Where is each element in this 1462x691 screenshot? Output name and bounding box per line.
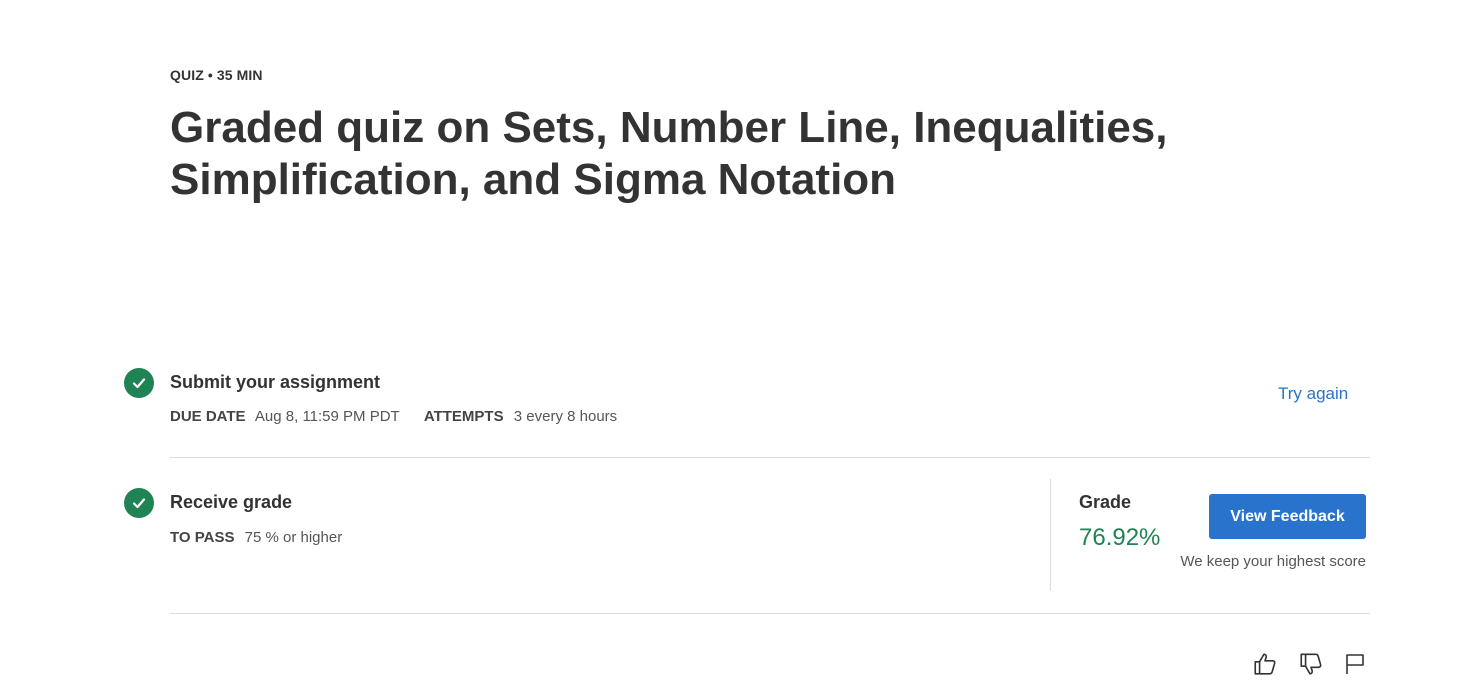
section-divider <box>170 613 1370 614</box>
thumbs-up-icon[interactable] <box>1251 650 1279 678</box>
due-date-value: Aug 8, 11:59 PM PDT <box>254 408 400 425</box>
page-title: Graded quiz on Sets, Number Line, Inequa… <box>170 103 1168 204</box>
receive-grade-title: Receive grade <box>170 492 293 512</box>
thumbs-down-icon[interactable] <box>1297 650 1325 678</box>
submit-assignment-row: Submit your assignment DUE DATE Aug 8, 1… <box>124 368 1370 438</box>
check-icon <box>124 488 154 518</box>
attempts-label: ATTEMPTS <box>423 408 504 425</box>
to-pass-value: 75 % or higher <box>244 529 343 546</box>
highest-score-note: We keep your highest score <box>1180 553 1366 570</box>
grade-label: Grade <box>1079 492 1132 512</box>
receive-grade-row: Receive grade TO PASS 75 % or higher <box>124 488 1370 558</box>
quiz-eyebrow: QUIZ • 35 MIN <box>170 67 263 83</box>
try-again-link[interactable]: Try again <box>1278 384 1348 404</box>
flag-icon[interactable] <box>1341 650 1369 678</box>
due-date-label: DUE DATE <box>170 408 246 425</box>
grade-value: 76.92% <box>1079 524 1161 551</box>
receive-meta: TO PASS 75 % or higher <box>170 529 362 546</box>
submit-meta: DUE DATE Aug 8, 11:59 PM PDT ATTEMPTS 3 … <box>170 408 637 425</box>
attempts-value: 3 every 8 hours <box>513 408 618 425</box>
grade-divider <box>1050 479 1051 591</box>
section-divider <box>170 457 1370 458</box>
check-icon <box>124 368 154 398</box>
submit-assignment-title: Submit your assignment <box>170 372 381 392</box>
view-feedback-button[interactable]: View Feedback <box>1209 494 1366 539</box>
to-pass-label: TO PASS <box>170 529 235 546</box>
quiz-page: QUIZ • 35 MIN Graded quiz on Sets, Numbe… <box>0 0 1462 691</box>
